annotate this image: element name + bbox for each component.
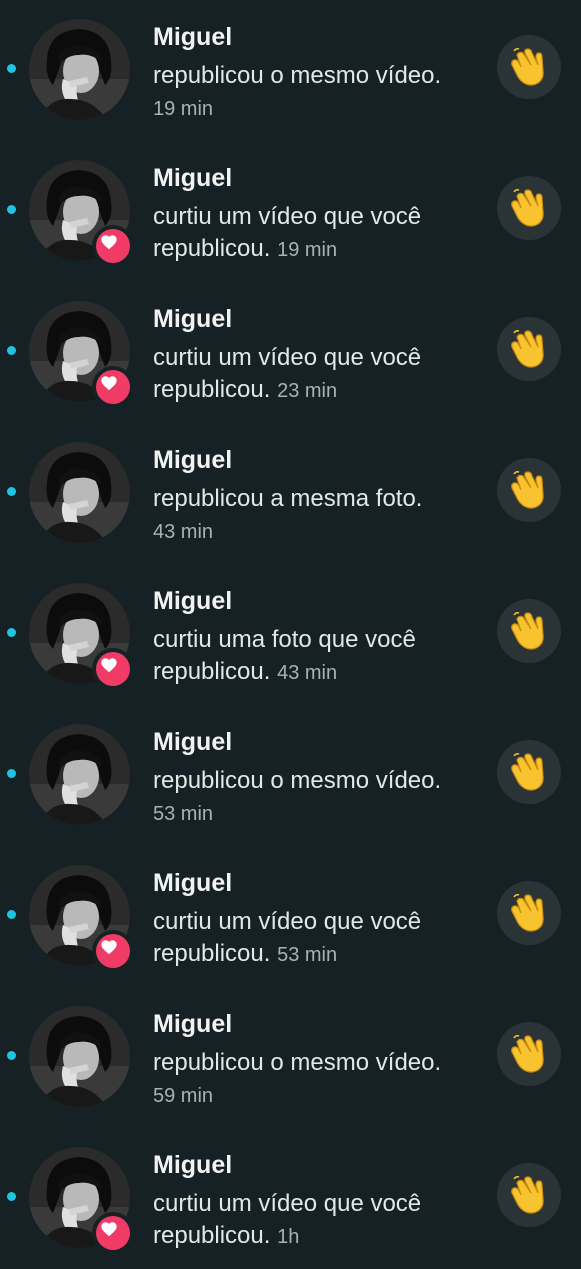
message-line-1: republicou o mesmo vídeo.: [153, 1049, 442, 1076]
message-line-1: republicou o mesmo vídeo.: [153, 767, 442, 794]
user-name[interactable]: Miguel: [153, 1009, 483, 1039]
message-line-1: curtiu um vídeo que você: [153, 908, 422, 935]
notification-text: Miguel republicou a mesma foto. 43 min: [153, 445, 483, 548]
unread-dot: [7, 487, 16, 496]
unread-dot: [7, 910, 16, 919]
timestamp: 19 min: [277, 239, 338, 261]
notification-item[interactable]: Miguel republicou o mesmo vídeo. 59 min: [0, 987, 581, 1128]
heart-badge: [92, 366, 134, 408]
wave-button[interactable]: [497, 599, 561, 663]
notification-item[interactable]: Miguel curtiu um vídeo que você republico…: [0, 282, 581, 423]
timestamp: 59 min: [153, 1085, 214, 1107]
notification-message: republicou o mesmo vídeo. 59 min: [153, 1047, 483, 1112]
notification-message: curtiu uma foto que você republicou. 43 m…: [153, 624, 483, 689]
wave-button[interactable]: [497, 317, 561, 381]
user-name[interactable]: Miguel: [153, 586, 483, 616]
heart-badge: [92, 1212, 134, 1254]
unread-dot: [7, 628, 16, 637]
notification-list: Miguel republicou o mesmo vídeo. 19 min M…: [0, 0, 581, 1267]
message-line-1: curtiu um vídeo que você: [153, 1190, 422, 1217]
wave-button[interactable]: [497, 881, 561, 945]
notification-text: Miguel curtiu um vídeo que você republico…: [153, 1150, 483, 1253]
user-name[interactable]: Miguel: [153, 22, 483, 52]
message-line-1: curtiu um vídeo que você: [153, 344, 422, 371]
wave-button[interactable]: [497, 35, 561, 99]
avatar[interactable]: [29, 19, 130, 120]
notification-text: Miguel curtiu um vídeo que você republico…: [153, 868, 483, 971]
notification-message: republicou a mesma foto. 43 min: [153, 483, 483, 548]
notification-message: curtiu um vídeo que você republicou. 19 m…: [153, 201, 483, 266]
unread-dot: [7, 1192, 16, 1201]
timestamp: 53 min: [153, 803, 214, 825]
notification-text: Miguel republicou o mesmo vídeo. 19 min: [153, 22, 483, 125]
message-line-2: republicou.: [153, 658, 271, 685]
notification-message: republicou o mesmo vídeo. 19 min: [153, 60, 483, 125]
avatar[interactable]: [29, 1006, 130, 1107]
message-line-1: republicou a mesma foto.: [153, 485, 423, 512]
unread-dot: [7, 346, 16, 355]
message-line-2: republicou.: [153, 376, 271, 403]
user-name[interactable]: Miguel: [153, 445, 483, 475]
timestamp: 23 min: [277, 380, 338, 402]
avatar[interactable]: [29, 442, 130, 543]
timestamp: 43 min: [153, 521, 214, 543]
heart-badge: [92, 648, 134, 690]
timestamp: 43 min: [277, 662, 338, 684]
user-name[interactable]: Miguel: [153, 868, 483, 898]
notification-text: Miguel curtiu uma foto que você republico…: [153, 586, 483, 689]
timestamp: 19 min: [153, 98, 214, 120]
message-line-1: republicou o mesmo vídeo.: [153, 62, 442, 89]
notification-message: curtiu um vídeo que você republicou. 1h: [153, 1188, 483, 1253]
wave-button[interactable]: [497, 176, 561, 240]
timestamp: 53 min: [277, 944, 338, 966]
timestamp: 1h: [277, 1226, 300, 1248]
wave-button[interactable]: [497, 458, 561, 522]
notification-text: Miguel republicou o mesmo vídeo. 59 min: [153, 1009, 483, 1112]
notification-item[interactable]: Miguel curtiu uma foto que você republico…: [0, 564, 581, 705]
notification-item[interactable]: Miguel curtiu um vídeo que você republico…: [0, 1128, 581, 1269]
wave-button[interactable]: [497, 1022, 561, 1086]
user-name[interactable]: Miguel: [153, 727, 483, 757]
wave-button[interactable]: [497, 740, 561, 804]
message-line-2: republicou.: [153, 940, 271, 967]
message-line-1: curtiu um vídeo que você: [153, 203, 422, 230]
notification-message: curtiu um vídeo que você republicou. 53 m…: [153, 906, 483, 971]
unread-dot: [7, 64, 16, 73]
unread-dot: [7, 205, 16, 214]
message-line-2: republicou.: [153, 1222, 271, 1249]
user-name[interactable]: Miguel: [153, 163, 483, 193]
notification-text: Miguel curtiu um vídeo que você republico…: [153, 163, 483, 266]
notification-message: curtiu um vídeo que você republicou. 23 m…: [153, 342, 483, 407]
wave-button[interactable]: [497, 1163, 561, 1227]
notification-item[interactable]: Miguel curtiu um vídeo que você republico…: [0, 846, 581, 987]
user-name[interactable]: Miguel: [153, 304, 483, 334]
notification-item[interactable]: Miguel republicou o mesmo vídeo. 53 min: [0, 705, 581, 846]
notification-text: Miguel curtiu um vídeo que você republico…: [153, 304, 483, 407]
heart-badge: [92, 930, 134, 972]
notification-item[interactable]: Miguel republicou a mesma foto. 43 min: [0, 423, 581, 564]
message-line-1: curtiu uma foto que você: [153, 626, 416, 653]
notification-item[interactable]: Miguel curtiu um vídeo que você republico…: [0, 141, 581, 282]
notification-text: Miguel republicou o mesmo vídeo. 53 min: [153, 727, 483, 830]
user-name[interactable]: Miguel: [153, 1150, 483, 1180]
unread-dot: [7, 1051, 16, 1060]
heart-badge: [92, 225, 134, 267]
avatar[interactable]: [29, 724, 130, 825]
notification-message: republicou o mesmo vídeo. 53 min: [153, 765, 483, 830]
notification-item[interactable]: Miguel republicou o mesmo vídeo. 19 min: [0, 0, 581, 141]
message-line-2: republicou.: [153, 235, 271, 262]
unread-dot: [7, 769, 16, 778]
